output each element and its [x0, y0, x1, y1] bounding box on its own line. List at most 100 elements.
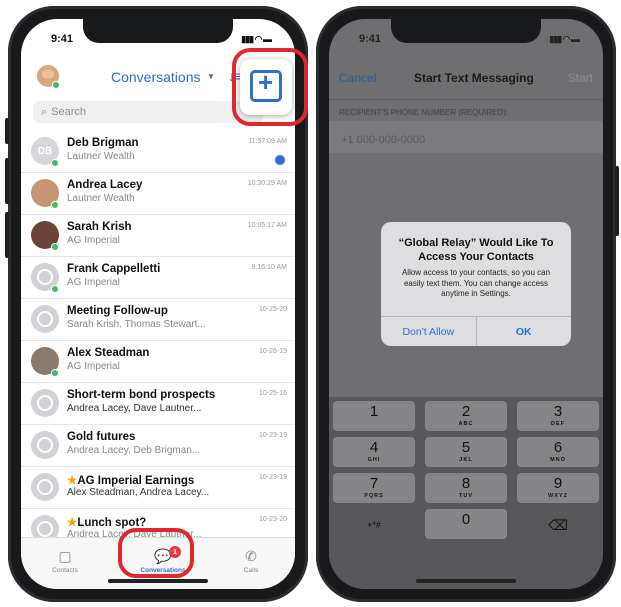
conversation-name: Frank Cappelletti [67, 263, 161, 275]
alert-buttons: Don't Allow OK [381, 316, 571, 346]
search-placeholder: Search [51, 106, 87, 118]
dont-allow-button[interactable]: Don't Allow [381, 317, 476, 346]
ok-button[interactable]: OK [475, 317, 572, 346]
conversation-name: Meeting Follow-up [67, 305, 168, 317]
star-icon: ★ [67, 475, 78, 487]
presence-dot [51, 201, 59, 209]
conversation-name: ★Lunch spot? [67, 515, 146, 529]
key-delete[interactable]: ⌫ [517, 509, 599, 539]
status-time: 9:41 [51, 33, 74, 45]
key-7[interactable]: 7 PQRS [333, 473, 415, 503]
key-digit: 1 [369, 403, 379, 420]
key-4[interactable]: 4 GHI [333, 437, 415, 467]
cancel-button[interactable]: Cancel [339, 71, 376, 85]
key-letters: PQRS [364, 493, 384, 499]
presence-dot [51, 285, 59, 293]
key-letters: ABC [458, 421, 474, 427]
notch [83, 19, 233, 43]
home-indicator [416, 579, 516, 583]
conversation-subtitle: Andrea Lacey, Dave Lautner... [67, 403, 202, 414]
conversation-row-meeting-follow-up[interactable]: Meeting Follow-up Sarah Krish, Thomas St… [21, 299, 295, 341]
volume-down-button [5, 212, 9, 258]
conversation-row-sarah-krish[interactable]: Sarah Krish AG Imperial 10:05:17 AM [21, 215, 295, 257]
search-input[interactable]: ⌕ Search [33, 101, 263, 123]
conversation-subtitle: AG Imperial [67, 277, 120, 288]
conversation-subtitle: Lautner Wealth [67, 151, 135, 162]
notch [391, 19, 541, 43]
alert-message: Allow access to your contacts, so you ca… [401, 268, 551, 298]
key-digit: 7 [369, 475, 379, 492]
nav-title: Start Text Messaging [414, 71, 534, 85]
conversation-row-frank-cappelletti[interactable]: Frank Cappelletti AG Imperial 9:16:10 AM [21, 257, 295, 299]
conversation-subtitle: Alex Steadman, Andrea Lacey... [67, 487, 210, 498]
numeric-keypad: 1 2 ABC 3 DEF 4 GHI 5 JKL 6 MNO 7 PQRS 8 TUV 9W… [329, 397, 603, 589]
unread-indicator [275, 155, 285, 165]
key-digit: 2 [461, 403, 471, 420]
phone-icon: ✆ [245, 548, 257, 564]
key-letters: GHI [367, 457, 381, 463]
key-letters: MNO [550, 457, 566, 463]
conversation-row-deb-brigman[interactable]: DB Deb Brigman Lautner Wealth 11:57:09 A… [21, 131, 295, 173]
group-avatar [31, 431, 59, 459]
key-6[interactable]: 6 MNO [517, 437, 599, 467]
conversation-time: 10:30:29 AM [247, 180, 287, 187]
contacts-icon: ▢ [58, 548, 72, 564]
conversation-row-alex-steadman[interactable]: Alex Steadman AG Imperial 10-26-19 [21, 341, 295, 383]
key-1[interactable]: 1 [333, 401, 415, 431]
recipient-label: RECIPIENT'S PHONE NUMBER (REQUIRED): [339, 108, 509, 117]
group-avatar [31, 473, 59, 501]
key-8[interactable]: 8 TUV [425, 473, 507, 503]
home-indicator [108, 579, 208, 583]
conversation-row-gold-futures[interactable]: Gold futures Andrea Lacey, Deb Brigman..… [21, 425, 295, 467]
tab-contacts-label: Contacts [52, 567, 78, 574]
key-5[interactable]: 5 JKL [425, 437, 507, 467]
key-0[interactable]: 0 [425, 509, 507, 539]
status-time: 9:41 [359, 33, 382, 45]
conversation-time: 10-23-19 [258, 432, 287, 439]
conversation-list: DB Deb Brigman Lautner Wealth 11:57:09 A… [21, 131, 295, 551]
group-avatar [31, 305, 59, 333]
nav-bar: Cancel Start Text Messaging Start [329, 71, 603, 91]
conversation-subtitle: Sarah Krish, Thomas Stewart... [67, 319, 206, 330]
mute-switch [5, 118, 9, 144]
chevron-down-icon[interactable]: ▼ [207, 72, 215, 81]
contacts-permission-alert: “Global Relay” Would Like To Access Your… [381, 222, 571, 346]
key-symbols[interactable]: +*# [333, 509, 415, 539]
highlight-ring-compose [232, 48, 308, 126]
backspace-icon: ⌫ [548, 517, 568, 533]
alert-title: “Global Relay” Would Like To Access Your… [398, 237, 554, 263]
tab-contacts[interactable]: ▢ Contacts [35, 548, 95, 574]
key-letters: JKL [459, 457, 473, 463]
status-icons: ▮▮▮ ◠ ▬ [241, 33, 272, 44]
key-letters: DEF [551, 421, 565, 427]
power-button [615, 166, 619, 236]
conversation-subtitle: AG Imperial [67, 361, 120, 372]
tab-calls-label: Calls [243, 567, 259, 574]
key-digit: 0 [461, 511, 471, 528]
start-button[interactable]: Start [568, 71, 593, 85]
status-icons: ▮▮▮ ◠ ▬ [549, 33, 580, 44]
presence-dot [51, 243, 59, 251]
key-digit: 8 [461, 475, 471, 492]
conversation-subtitle: AG Imperial [67, 235, 120, 246]
conversation-time: 10-23-20 [258, 516, 287, 523]
conversation-row-short-term-bond[interactable]: Short-term bond prospects Andrea Lacey, … [21, 383, 295, 425]
tab-calls[interactable]: ✆ Calls [221, 548, 281, 574]
key-digit: 5 [461, 439, 471, 456]
conversation-name: Sarah Krish [67, 221, 132, 233]
group-avatar [31, 389, 59, 417]
conversation-time: 10-26-19 [258, 348, 287, 355]
key-digit: 6 [553, 439, 563, 456]
conversation-row-andrea-lacey[interactable]: Andrea Lacey Lautner Wealth 10:30:29 AM [21, 173, 295, 215]
conversation-row-ag-imperial-earnings[interactable]: ★AG Imperial Earnings Alex Steadman, And… [21, 467, 295, 509]
conversations-title[interactable]: Conversations [111, 69, 201, 85]
phone-number-placeholder: +1 000-000-0000 [341, 134, 426, 146]
nav-divider [329, 99, 603, 100]
conversation-subtitle: Lautner Wealth [67, 193, 135, 204]
star-icon: ★ [67, 517, 78, 529]
key-2[interactable]: 2 ABC [425, 401, 507, 431]
key-3[interactable]: 3 DEF [517, 401, 599, 431]
conversation-name: Andrea Lacey [67, 179, 143, 191]
key-9[interactable]: 9 WXYZ [517, 473, 599, 503]
highlight-ring-conversations-tab [118, 528, 194, 578]
